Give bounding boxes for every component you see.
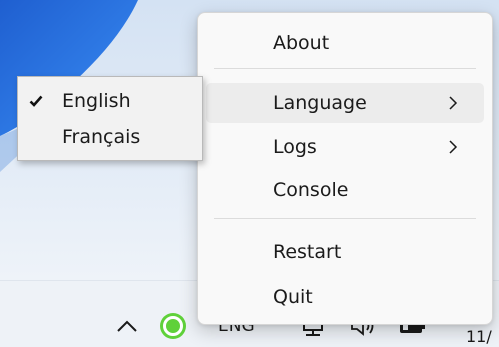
menu-item-label: Logs — [273, 136, 317, 158]
menu-item-label: Quit — [273, 286, 313, 308]
menu-item-language[interactable]: Language — [206, 83, 484, 123]
menu-item-label: Restart — [273, 241, 342, 263]
submenu-item-label: English — [62, 90, 131, 112]
menu-separator — [214, 68, 476, 69]
clock-date[interactable]: 11/ — [466, 327, 492, 346]
checkmark-icon — [29, 95, 43, 107]
menu-item-label: Language — [273, 92, 367, 114]
menu-item-logs[interactable]: Logs — [206, 127, 484, 167]
menu-item-console[interactable]: Console — [206, 170, 484, 210]
tray-context-menu: About Language Logs Console Restart Quit — [197, 12, 493, 325]
language-submenu: English Français — [17, 76, 203, 161]
menu-item-label: Console — [273, 179, 349, 201]
desktop: ENG : 11/ About Language Logs — [0, 0, 499, 347]
menu-item-quit[interactable]: Quit — [206, 277, 484, 317]
submenu-item-label: Français — [62, 126, 141, 148]
chevron-right-icon — [449, 96, 458, 110]
submenu-item-francais[interactable]: Français — [20, 121, 200, 153]
menu-separator — [214, 218, 476, 219]
menu-item-restart[interactable]: Restart — [206, 232, 484, 272]
menu-item-about[interactable]: About — [206, 23, 484, 63]
app-ring-icon[interactable] — [158, 311, 188, 341]
submenu-item-english[interactable]: English — [20, 85, 200, 117]
chevron-right-icon — [449, 140, 458, 154]
menu-item-label: About — [273, 32, 330, 54]
chevron-up-icon[interactable] — [112, 311, 142, 341]
